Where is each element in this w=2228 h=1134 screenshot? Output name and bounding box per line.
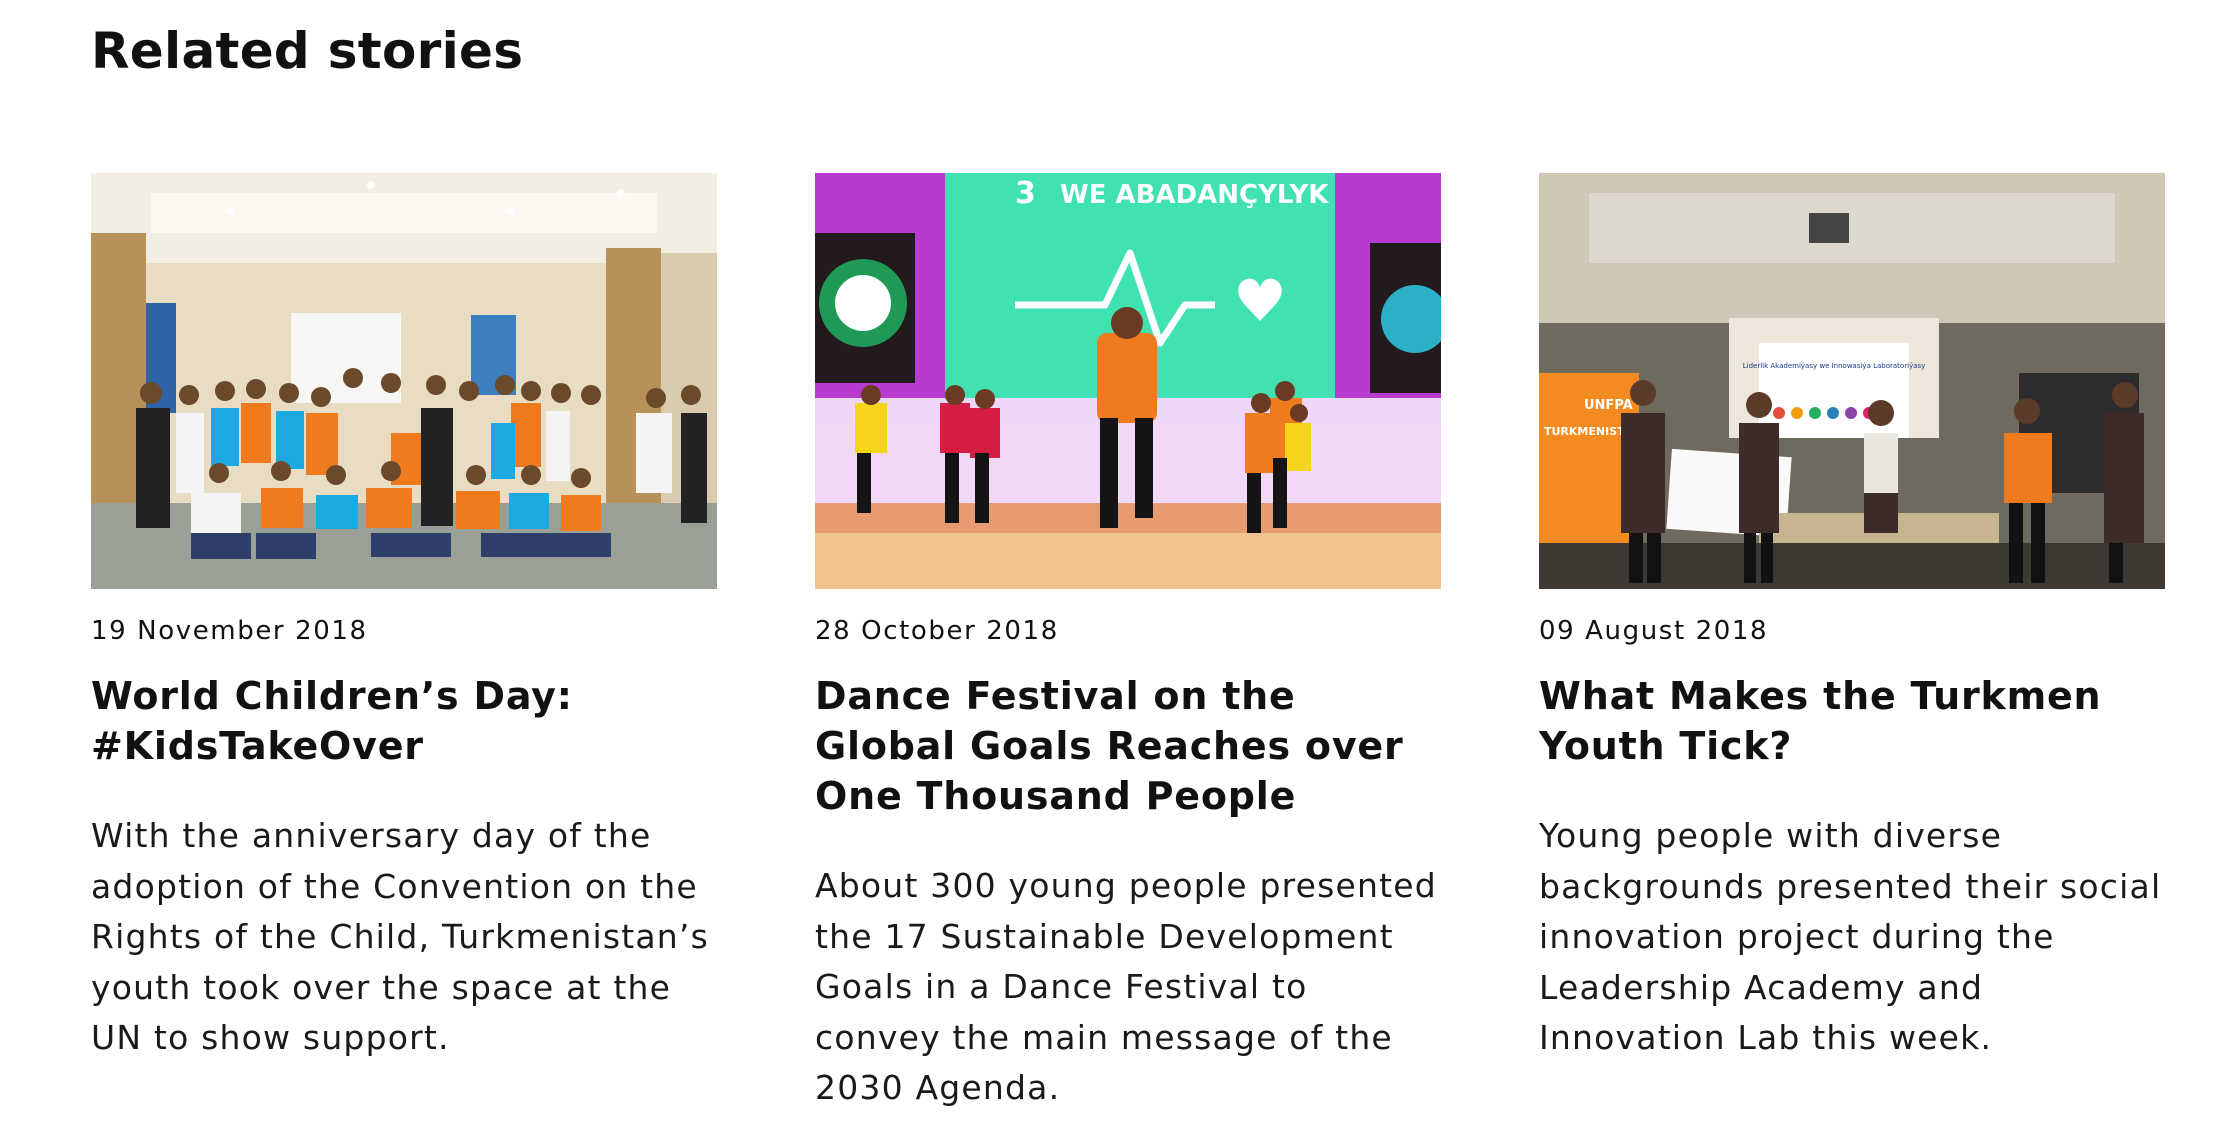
story-title-link[interactable]: World Children’s Day: #KidsTakeOver [91,674,573,768]
projector-screen-title: Liderlik Akademiýasy we Innowasiýa Labor… [1743,362,1926,370]
story-title[interactable]: World Children’s Day: #KidsTakeOver [91,671,717,771]
unfpa-banner-label: UNFPA [1584,398,1633,413]
stage-screen-banner: WE ABADANÇYLYK [1060,180,1329,210]
stage-screen-number: 3 [1015,176,1036,211]
story-title-link[interactable]: What Makes the Turkmen Youth Tick? [1539,674,2101,768]
group-photo-illustration [91,173,717,589]
story-title[interactable]: What Makes the Turkmen Youth Tick? [1539,671,2165,771]
story-image-innovation-lab[interactable]: Liderlik Akademiýasy we Innowasiýa Labor… [1539,173,2165,589]
story-card[interactable]: 19 November 2018 World Children’s Day: #… [91,173,717,1057]
story-image-group-photo[interactable] [91,173,717,589]
story-date: 09 August 2018 [1539,616,1769,646]
story-card[interactable]: 3 WE ABADANÇYLYK 28 October 2018 Dance F… [815,173,1441,1107]
story-summary: About 300 young people presented the 17 … [815,866,1437,1107]
related-stories-section: Related stories 19 November 2018 World C… [0,0,2228,1134]
story-summary: Young people with diverse backgrounds pr… [1539,816,2162,1057]
story-title[interactable]: Dance Festival on the Global Goals Reach… [815,671,1441,821]
story-summary: With the anniversary day of the adoption… [91,816,709,1057]
story-card[interactable]: Liderlik Akademiýasy we Innowasiýa Labor… [1539,173,2165,1057]
dance-stage-illustration: 3 WE ABADANÇYLYK [815,173,1441,589]
innovation-lab-illustration: Liderlik Akademiýasy we Innowasiýa Labor… [1539,173,2165,589]
story-image-dance-stage[interactable]: 3 WE ABADANÇYLYK [815,173,1441,589]
story-title-link[interactable]: Dance Festival on the Global Goals Reach… [815,674,1404,818]
story-date: 28 October 2018 [815,616,1059,646]
story-date: 19 November 2018 [91,616,368,646]
section-title: Related stories [91,22,524,80]
